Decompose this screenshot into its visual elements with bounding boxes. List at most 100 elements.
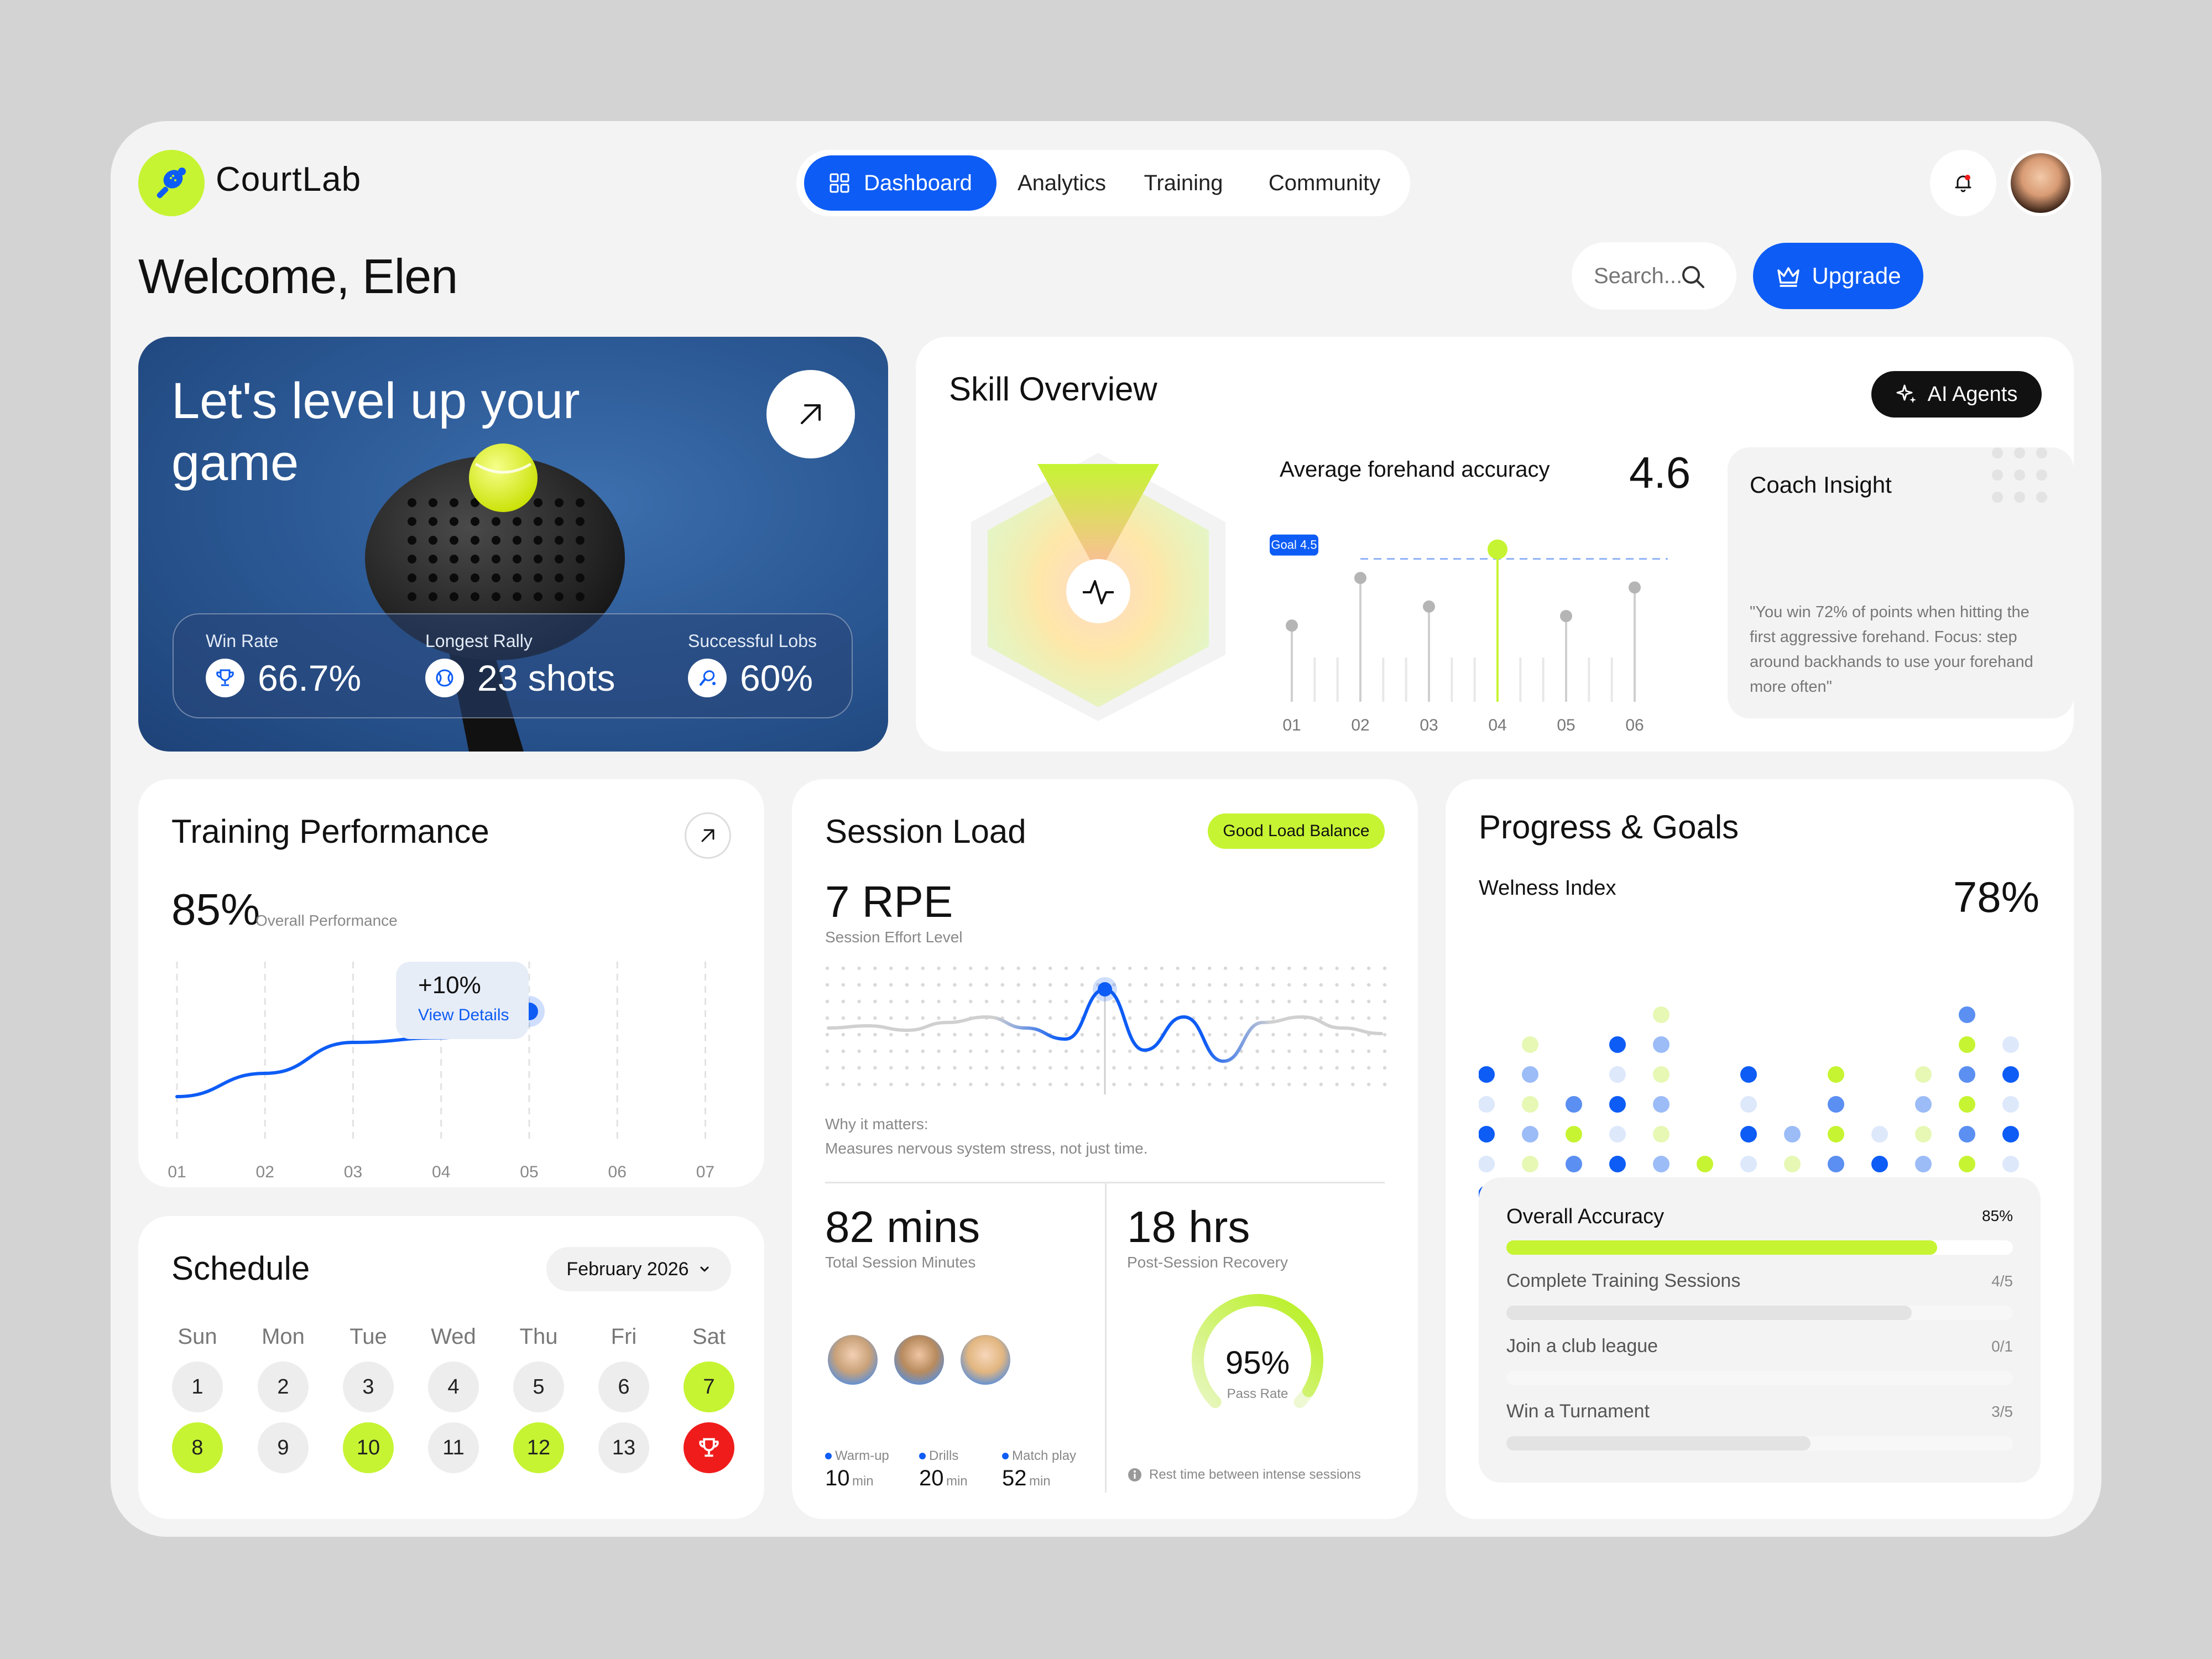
- notifications-button[interactable]: [1930, 150, 1996, 216]
- player-avatar[interactable]: [891, 1332, 947, 1387]
- weekday-label: Sun: [178, 1324, 217, 1349]
- tournament-day[interactable]: [684, 1422, 734, 1473]
- grid-dot: [1048, 1082, 1052, 1087]
- goal-label: Overall Accuracy: [1506, 1205, 1665, 1228]
- calendar-day[interactable]: 4: [428, 1361, 479, 1412]
- grid-dot: [1112, 966, 1116, 971]
- calendar-day[interactable]: 9: [258, 1422, 309, 1473]
- grid-dot: [1208, 983, 1212, 987]
- hero-card[interactable]: Let's level up your game Win Rate 66.7% …: [138, 337, 888, 752]
- tab-community[interactable]: Community: [1250, 155, 1399, 211]
- grid-dot: [1160, 1016, 1164, 1020]
- breakdown-unit: min: [1029, 1474, 1051, 1489]
- stat-longest-rally: Longest Rally 23 shots: [425, 631, 615, 699]
- grid-dot: [1016, 1066, 1020, 1070]
- calendar-day[interactable]: 8: [172, 1422, 223, 1473]
- tab-dashboard[interactable]: Dashboard: [804, 155, 997, 211]
- grid-dot: [1367, 999, 1371, 1004]
- calendar-day[interactable]: 7: [684, 1361, 734, 1412]
- grid-dot: [1160, 983, 1164, 987]
- calendar-day[interactable]: 6: [598, 1361, 649, 1412]
- grid-dot: [825, 1032, 830, 1037]
- calendar-day[interactable]: 11: [428, 1422, 479, 1473]
- goal-bar-fill: [1506, 1240, 1937, 1255]
- wellness-dot: [1959, 1006, 1975, 1023]
- goal-row[interactable]: Complete Training Sessions 4/5: [1506, 1270, 2013, 1326]
- grid-dot: [984, 1049, 989, 1053]
- grid-dot: [1287, 1032, 1291, 1037]
- grid-dot: [905, 966, 909, 971]
- brand-logo[interactable]: [138, 150, 205, 216]
- grid-dot: [1176, 1082, 1180, 1087]
- grid-dot: [1208, 966, 1212, 971]
- goal-row[interactable]: Overall Accuracy 85%: [1506, 1205, 2013, 1260]
- calendar-day[interactable]: 2: [258, 1361, 309, 1412]
- goal-row[interactable]: Win a Turnament 3/5: [1506, 1401, 2013, 1456]
- calendar-day[interactable]: 13: [598, 1422, 649, 1473]
- hero-stats: Win Rate 66.7% Longest Rally 23 shots Su…: [173, 613, 853, 718]
- rest-note: Rest time between intense sessions: [1127, 1467, 1361, 1483]
- grid-dot: [1048, 1066, 1052, 1070]
- search-icon[interactable]: [1680, 264, 1707, 293]
- grid-dot: [1335, 983, 1339, 987]
- wellness-dot: [1915, 1096, 1932, 1113]
- grid-dot: [1351, 1049, 1355, 1053]
- tab-analytics[interactable]: Analytics: [1006, 155, 1117, 211]
- wellness-dot: [1740, 1066, 1757, 1083]
- hero-title: Let's level up your game: [171, 373, 580, 491]
- grid-dot: [1367, 1066, 1371, 1070]
- training-open-button[interactable]: [685, 812, 731, 859]
- view-details-link[interactable]: View Details: [418, 1006, 509, 1025]
- grid-dot: [1176, 983, 1180, 987]
- rpe-label: Session Effort Level: [825, 928, 963, 946]
- grid-dot: [1032, 983, 1036, 987]
- goal-bar-fill: [1506, 1436, 1811, 1451]
- ai-agents-button[interactable]: AI Agents: [1871, 371, 2042, 418]
- tab-training[interactable]: Training: [1128, 155, 1239, 211]
- player-avatar[interactable]: [958, 1332, 1013, 1387]
- goal-row[interactable]: Join a club league 0/1: [1506, 1335, 2013, 1391]
- wellness-dot: [1609, 1066, 1626, 1083]
- wellness-dot: [1740, 1156, 1757, 1172]
- player-avatar[interactable]: [825, 1332, 880, 1387]
- grid-dot: [1016, 1082, 1020, 1087]
- grid-dot: [1239, 1016, 1243, 1020]
- goal-bar-track: [1506, 1371, 2013, 1385]
- weekday-label: Wed: [431, 1324, 476, 1349]
- wellness-dot: [1479, 1096, 1495, 1113]
- calendar-day[interactable]: 1: [172, 1361, 223, 1412]
- grid-dot: [1271, 1082, 1275, 1087]
- grid-dot: [1144, 1032, 1148, 1037]
- accuracy-point: [1629, 581, 1641, 594]
- wellness-dot: [1479, 1126, 1495, 1142]
- month-select[interactable]: February 2026: [546, 1247, 731, 1291]
- goal-label: Join a club league: [1506, 1335, 1658, 1357]
- grid-dot: [873, 983, 877, 987]
- calendar-day[interactable]: 3: [343, 1361, 394, 1412]
- grid-dot: [969, 1066, 973, 1070]
- avatar[interactable]: [2007, 150, 2074, 216]
- ball-icon: [425, 659, 464, 697]
- grid-dot: [1287, 1066, 1291, 1070]
- wellness-dot: [1828, 1126, 1844, 1142]
- wellness-dot: [2002, 1036, 2019, 1053]
- grid-dot: [1239, 1032, 1243, 1037]
- crown-icon: [1777, 267, 1800, 287]
- grid-dot: [1064, 983, 1068, 987]
- calendar-day[interactable]: 5: [513, 1361, 564, 1412]
- pass-rate-value: 95%: [1225, 1345, 1290, 1381]
- grid-dot: [1096, 966, 1100, 971]
- grid-dot: [1192, 983, 1196, 987]
- upgrade-button[interactable]: Upgrade: [1753, 243, 1923, 309]
- calendar-day[interactable]: 10: [343, 1422, 394, 1473]
- grid-dot: [984, 1032, 989, 1037]
- x-tick-label: 07: [696, 1163, 714, 1177]
- calendar-day[interactable]: 12: [513, 1422, 564, 1473]
- grid-dot: [1080, 1066, 1084, 1070]
- search-input[interactable]: [1594, 258, 1738, 294]
- breakdown-value: 20: [919, 1466, 944, 1490]
- grid-dot: [1383, 1049, 1387, 1053]
- hero-open-button[interactable]: [766, 370, 855, 458]
- grid-dot: [1223, 966, 1228, 971]
- minutes-value: 82 mins: [825, 1202, 980, 1251]
